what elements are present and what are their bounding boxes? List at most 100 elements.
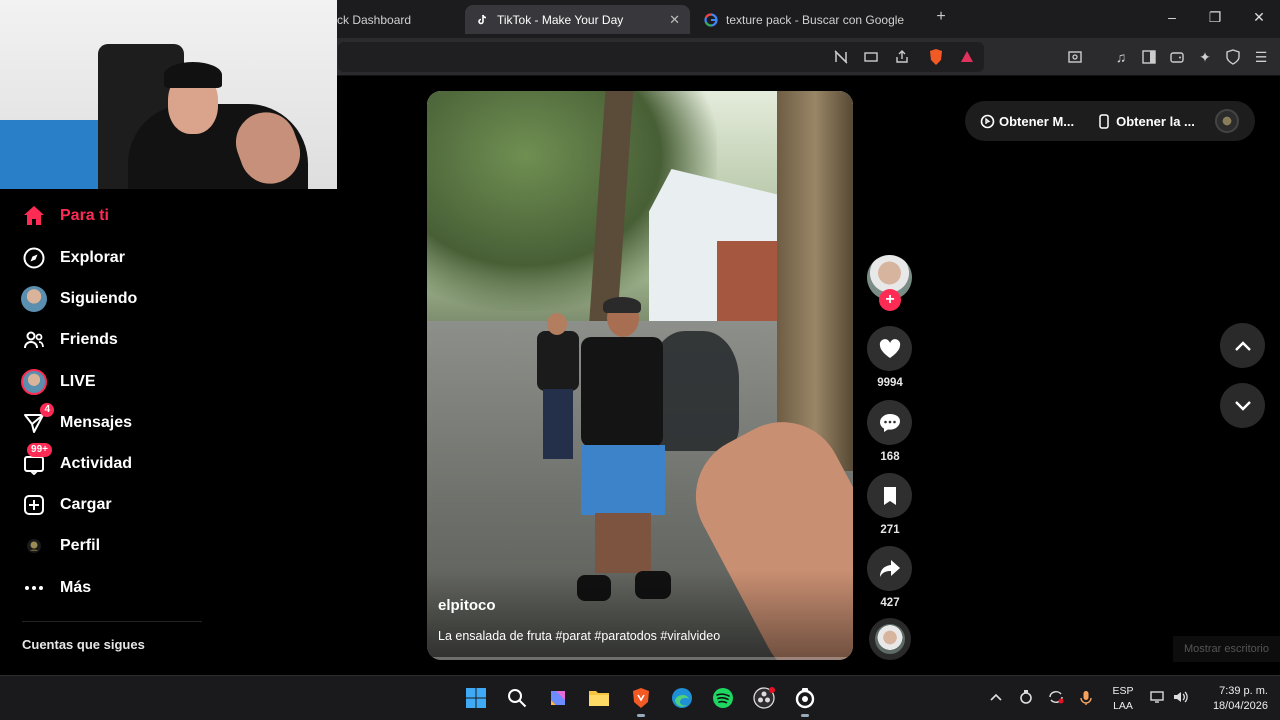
tab-title: ck Dashboard <box>337 12 412 27</box>
share-arrow-icon <box>879 559 900 577</box>
volume-icon[interactable] <box>1173 690 1189 707</box>
comment-icon <box>879 413 900 432</box>
like-count: 9994 <box>877 377 903 389</box>
video-scene-person-front <box>575 297 671 607</box>
sidebar-item-explorar[interactable]: Explorar <box>20 242 320 274</box>
video-author[interactable]: elpitoco <box>438 597 496 614</box>
sidebar-item-label: Friends <box>60 331 118 348</box>
comment-count: 168 <box>880 451 900 463</box>
windows-start-icon[interactable] <box>464 686 488 710</box>
brave-browser-icon[interactable] <box>629 686 653 717</box>
close-window-button[interactable]: ✕ <box>1249 9 1269 26</box>
wallet-icon[interactable] <box>1167 47 1187 67</box>
avatar <box>21 286 47 312</box>
brave-shields-icon[interactable] <box>926 47 946 67</box>
show-hidden-icons[interactable] <box>990 690 1002 705</box>
maximize-button[interactable]: ❐ <box>1205 9 1225 26</box>
microphone-icon[interactable] <box>1080 690 1092 709</box>
get-coins-link[interactable]: Obtener M... <box>979 113 1074 129</box>
search-icon[interactable] <box>505 686 529 710</box>
screenshot-icon[interactable] <box>1065 47 1085 67</box>
taskbar: ESP LAA 7:39 p. m. 18/04/2026 <box>0 675 1280 720</box>
system-clock[interactable]: 7:39 p. m. 18/04/2026 <box>1196 684 1268 714</box>
translate-off-icon[interactable] <box>831 47 851 67</box>
chevron-up-icon <box>1234 340 1251 351</box>
sidebar-item-label: LIVE <box>60 373 96 390</box>
tab-title: texture pack - Buscar con Google <box>726 12 905 27</box>
language-code: ESP <box>1112 685 1134 697</box>
following-avatar <box>20 285 48 313</box>
sidebar-item-label: Perfil <box>60 537 101 554</box>
sidebar-item-cargar[interactable]: Cargar <box>20 489 320 521</box>
spotify-icon[interactable] <box>711 686 735 710</box>
menu-icon[interactable]: ☰ <box>1251 47 1271 67</box>
sidebar-item-mas[interactable]: Más <box>20 572 320 604</box>
sidebar-item-siguiendo[interactable]: Siguiendo <box>20 283 320 315</box>
tab-tiktok[interactable]: TikTok - Make Your Day ✕ <box>465 5 690 34</box>
follow-button[interactable]: + <box>879 289 901 311</box>
edge-icon[interactable] <box>670 686 694 710</box>
obs-icon[interactable] <box>752 686 776 710</box>
share-count: 427 <box>880 597 900 609</box>
get-app-promo: Obtener M... Obtener la ... <box>965 101 1255 141</box>
like-button[interactable] <box>867 326 912 371</box>
sidebar-item-mensajes[interactable]: 4 Mensajes <box>20 403 320 439</box>
sidebar-item-para-ti[interactable]: Para ti <box>20 200 320 232</box>
music-icon[interactable]: ♫ <box>1111 47 1131 67</box>
steelseries-icon[interactable] <box>793 686 817 717</box>
save-button[interactable] <box>867 473 912 518</box>
video-progress-bar[interactable] <box>427 657 853 660</box>
profile-avatar <box>20 532 48 560</box>
next-video-button[interactable] <box>1220 383 1265 428</box>
brave-rewards-icon[interactable] <box>957 47 977 67</box>
keyboard-layout: LAA <box>1113 700 1133 712</box>
home-icon <box>20 202 48 230</box>
send-icon: 4 <box>20 403 54 437</box>
share-button[interactable] <box>867 546 912 591</box>
comment-button[interactable] <box>867 400 912 445</box>
friends-icon <box>20 326 48 354</box>
sidebar-item-label: Actividad <box>60 455 133 472</box>
get-coins-label: Obtener M... <box>999 113 1075 129</box>
avatar <box>21 369 47 395</box>
save-count: 271 <box>880 524 900 536</box>
vpn-shield-icon[interactable] <box>1223 47 1243 67</box>
leo-ai-icon[interactable]: ✦ <box>1195 47 1215 67</box>
tiktok-icon <box>475 13 489 27</box>
inbox-icon: 99+ <box>20 443 52 478</box>
get-app-link[interactable]: Obtener la ... <box>1096 113 1195 129</box>
file-explorer-icon[interactable] <box>587 686 611 710</box>
sidebar-item-actividad[interactable]: 99+ Actividad <box>20 443 320 480</box>
minimize-button[interactable]: – <box>1162 9 1182 25</box>
cast-icon[interactable] <box>861 47 881 67</box>
language-indicator[interactable]: ESP LAA <box>1110 684 1136 714</box>
sidebar-item-live[interactable]: LIVE <box>20 366 320 398</box>
network-icon[interactable] <box>1150 690 1166 707</box>
new-tab-button[interactable]: + <box>932 8 950 26</box>
get-app-label: Obtener la ... <box>1116 113 1195 129</box>
sidebar-toggle-icon[interactable] <box>1139 47 1159 67</box>
screen: ck Dashboard TikTok - Make Your Day ✕ te… <box>0 0 1280 720</box>
tray-steelseries-icon[interactable] <box>1019 690 1033 707</box>
heart-icon <box>879 338 900 358</box>
video-player[interactable]: elpitoco La ensalada de fruta #parat #pa… <box>427 91 853 660</box>
sidebar-item-perfil[interactable]: Perfil <box>20 530 320 562</box>
messages-badge: 4 <box>40 403 54 417</box>
clock-date: 18/04/2026 <box>1212 700 1268 712</box>
copilot-icon[interactable] <box>546 686 570 710</box>
close-tab-icon[interactable]: ✕ <box>669 12 680 28</box>
address-bar[interactable] <box>338 42 984 72</box>
tray-sync-icon[interactable] <box>1048 690 1064 707</box>
sidebar-item-label: Para ti <box>60 207 109 224</box>
tab-dashboard[interactable]: ck Dashboard <box>337 5 463 34</box>
video-scene-tree-trunk <box>777 91 853 471</box>
share-icon[interactable] <box>892 47 912 67</box>
music-disc[interactable] <box>869 618 911 660</box>
previous-video-button[interactable] <box>1220 323 1265 368</box>
user-avatar[interactable] <box>1215 109 1239 133</box>
video-caption[interactable]: La ensalada de fruta #parat #paratodos #… <box>438 629 720 643</box>
activity-badge: 99+ <box>27 443 52 457</box>
upload-icon <box>20 491 48 519</box>
sidebar-item-friends[interactable]: Friends <box>20 324 320 356</box>
tab-google[interactable]: texture pack - Buscar con Google <box>694 5 924 34</box>
